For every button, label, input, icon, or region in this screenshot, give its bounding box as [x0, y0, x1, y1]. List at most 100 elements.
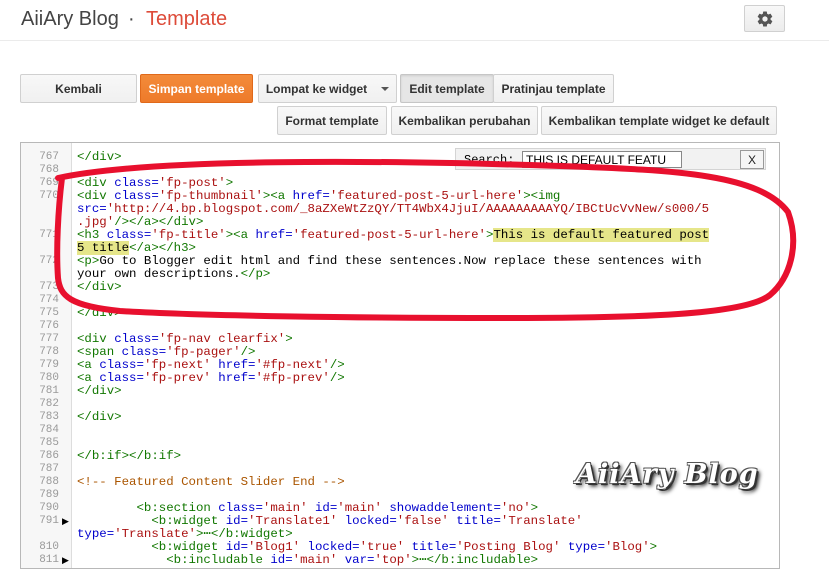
line-number: 786	[39, 450, 59, 462]
line-number: 774	[39, 294, 59, 306]
code-token: </div>	[77, 150, 122, 164]
code-token: </a></h3>	[129, 241, 196, 255]
line-number: 777	[39, 333, 59, 345]
code-token: 'fp-nav clearfix'	[158, 332, 286, 346]
line-number: 784	[39, 424, 59, 436]
line-number: 776	[39, 320, 59, 332]
code-token: >	[285, 332, 293, 346]
line-number: 811	[39, 554, 59, 566]
code-token: <a	[77, 371, 100, 385]
revert-changes-button[interactable]: Kembalikan perubahan	[391, 106, 538, 135]
code-token: />	[240, 345, 256, 359]
settings-button[interactable]	[744, 5, 785, 32]
line-number: 790	[39, 502, 59, 514]
code-token: 'main'	[262, 501, 315, 515]
save-template-button[interactable]: Simpan template	[140, 74, 253, 103]
fold-arrow-icon[interactable]: ▶	[62, 516, 69, 527]
code-token: class=	[99, 371, 144, 385]
code-token: 'Translate'	[114, 527, 196, 541]
code-token: 5 title	[77, 241, 130, 255]
code-token: href=	[218, 371, 256, 385]
line-number: 768	[39, 164, 59, 176]
revert-widgets-default-button[interactable]: Kembalikan template widget ke default	[541, 106, 777, 135]
back-button[interactable]: Kembali	[20, 74, 137, 103]
code-token: >	[649, 540, 658, 554]
code-token: 'Posting Blog'	[456, 540, 568, 554]
jump-to-widget-label: Lompat ke widget	[265, 81, 368, 96]
line-number: 781	[39, 385, 59, 397]
code-token: 'http://4.bp.blogspot.com/_8aZXeWtZzQY/T…	[106, 202, 710, 216]
header-divider	[0, 40, 829, 41]
header: AiiAry Blog · Template	[0, 0, 829, 40]
preview-template-button[interactable]: Pratinjau template	[493, 74, 614, 103]
code-token: id=	[225, 540, 249, 554]
code-token: <b:widget	[77, 514, 226, 528]
code-token: ><a	[262, 189, 293, 203]
code-token: <b:section	[77, 501, 219, 515]
search-input[interactable]	[522, 151, 682, 168]
code-token: src=	[77, 202, 107, 216]
code-token: </div>	[77, 306, 122, 320]
code-editor[interactable]: 767 </div> 768 769 <div class='fp-post'> 770 <…	[20, 142, 780, 569]
search-close-button[interactable]: X	[740, 150, 764, 169]
code-token: '#fp-next'	[255, 358, 330, 372]
blog-watermark: AiiAry Blog	[576, 459, 759, 490]
line-number: 810	[39, 541, 59, 553]
jump-to-widget-dropdown[interactable]: Lompat ke widget	[258, 74, 397, 103]
code-token: ><img	[523, 189, 561, 203]
code-token: your own descriptions.	[77, 267, 241, 281]
edit-template-button[interactable]: Edit template	[400, 74, 494, 103]
line-number: 785	[39, 437, 59, 449]
code-token: '#fp-prev'	[255, 371, 330, 385]
code-token: ><a	[225, 228, 256, 242]
code-token: 'Translate1'	[248, 514, 345, 528]
code-token: <!-- Featured Content Slider End -->	[77, 475, 345, 489]
line-number: 791	[39, 515, 59, 527]
code-token: showaddelement=	[389, 501, 501, 515]
code-line: </b:if></b:if>	[77, 450, 181, 463]
code-token: 'false'	[396, 514, 457, 528]
code-line: </div>	[77, 411, 122, 424]
code-token: 'main'	[292, 553, 345, 567]
code-token: </div>	[77, 410, 122, 424]
code-token: 'true'	[359, 540, 412, 554]
line-number: 769	[39, 177, 59, 189]
chevron-down-icon	[381, 86, 390, 91]
code-token: locked=	[307, 540, 360, 554]
code-token: 'fp-post'	[158, 176, 226, 190]
code-token: href=	[292, 189, 330, 203]
code-line: </div>	[77, 307, 122, 320]
blog-name[interactable]: AiiAry Blog	[21, 8, 119, 31]
line-number: 779	[39, 359, 59, 371]
code-token: id=	[314, 501, 338, 515]
code-token: 'fp-next'	[143, 358, 219, 372]
code-token: </div>	[77, 280, 122, 294]
code-token: class=	[218, 501, 263, 515]
code-token: type=	[77, 527, 115, 541]
code-token: title=	[411, 540, 457, 554]
code-token: id=	[270, 553, 293, 567]
code-token: >	[225, 176, 234, 190]
format-template-button[interactable]: Format template	[277, 106, 387, 135]
code-token: <p>	[77, 254, 100, 268]
code-token: id=	[225, 514, 249, 528]
code-token: 'Blog'	[605, 540, 650, 554]
code-token: >⋯</b:widget>	[195, 527, 293, 541]
fold-arrow-icon[interactable]: ▶	[62, 555, 69, 566]
line-number: 787	[39, 463, 59, 475]
code-token: Go to Blogger edit html and find these s…	[99, 254, 702, 268]
code-token: locked=	[344, 514, 397, 528]
line-number: 775	[39, 307, 59, 319]
code-token: 'top'	[374, 553, 412, 567]
code-line: <!-- Featured Content Slider End -->	[77, 476, 345, 489]
code-token: .jpg'	[77, 215, 115, 229]
code-line: </div>	[77, 281, 122, 294]
code-token: </b:if></b:if>	[77, 449, 182, 463]
code-token: <div	[77, 332, 115, 346]
line-number: 782	[39, 398, 59, 410]
code-token: title=	[456, 514, 501, 528]
code-token: >⋯</b:includable>	[411, 553, 539, 567]
code-token: <span	[77, 345, 122, 359]
code-line: </div>	[77, 385, 122, 398]
line-number: 789	[39, 489, 59, 501]
